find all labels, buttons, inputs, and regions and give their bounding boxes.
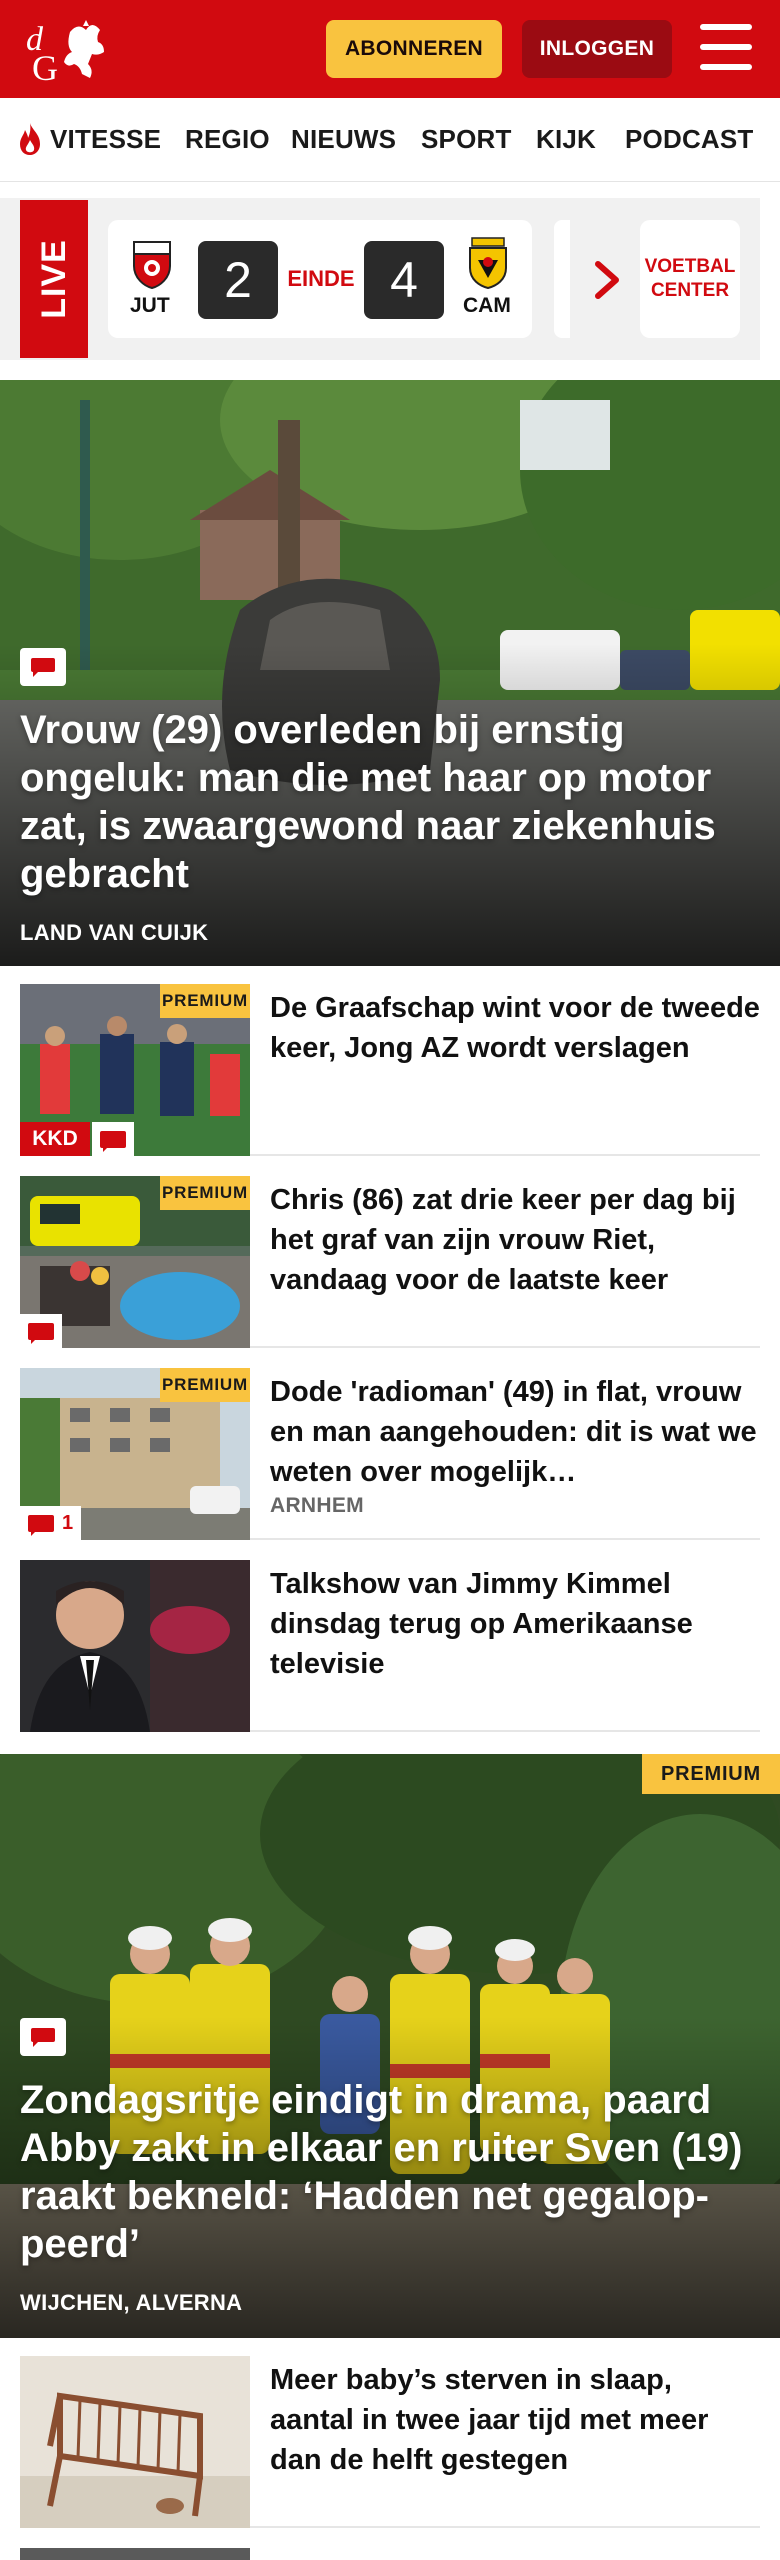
comment-icon bbox=[92, 1122, 134, 1156]
hero-article-2[interactable]: PREMIUM Zondagsritje eindigt in drama, p… bbox=[0, 1754, 780, 2338]
flame-icon bbox=[20, 123, 40, 155]
article-thumbnail bbox=[20, 2548, 250, 2560]
list-item[interactable]: Meer baby’s sterven in slaap, aantal in … bbox=[20, 2356, 760, 2528]
match-status: EINDE bbox=[287, 266, 355, 291]
comment-icon bbox=[20, 1314, 62, 1348]
article-thumbnail bbox=[20, 1560, 250, 1732]
comment-count: 1 bbox=[20, 1506, 82, 1540]
live-label: LIVE bbox=[20, 200, 88, 358]
nav-item-sport[interactable]: SPORT bbox=[421, 124, 512, 155]
article-title-partial bbox=[270, 2548, 760, 2560]
away-team-crest-icon bbox=[469, 237, 507, 290]
main-nav: VITESSE REGIO NIEUWS SPORT KIJK PODCAST bbox=[0, 98, 780, 182]
article-thumbnail bbox=[20, 2356, 250, 2528]
list-item[interactable]: PREMIUM 1 Dode 'radioman' (49) in flat, … bbox=[20, 1368, 760, 1540]
menu-icon[interactable] bbox=[700, 24, 752, 72]
home-score: 2 bbox=[198, 241, 278, 319]
article-title[interactable]: Talkshow van Jimmy Kimmel dinsdag terug … bbox=[270, 1564, 760, 1684]
premium-badge: PREMIUM bbox=[160, 984, 250, 1018]
site-header: d G ABONNEREN INLOGGEN bbox=[0, 0, 780, 98]
premium-badge: PREMIUM bbox=[160, 1176, 250, 1210]
hero-2-title[interactable]: Zondagsritje eindigt in drama, paard Abb… bbox=[20, 2076, 760, 2268]
comment-icon bbox=[20, 2018, 66, 2056]
nav-item-regio[interactable]: REGIO bbox=[185, 124, 270, 155]
premium-badge: PREMIUM bbox=[642, 1754, 780, 1794]
hero-1-title[interactable]: Vrouw (29) overleden bij ernstig ongeluk… bbox=[20, 706, 760, 898]
nav-item-kijk[interactable]: KIJK bbox=[536, 124, 596, 155]
dg-logo[interactable]: d G bbox=[20, 14, 120, 88]
hero-2-location: WIJCHEN, ALVERNA bbox=[20, 2290, 243, 2315]
away-score: 4 bbox=[364, 241, 444, 319]
list-item[interactable]: PREMIUM KKD De Graafschap wint voor de t… bbox=[20, 984, 760, 1156]
list-item[interactable]: Talkshow van Jimmy Kimmel dinsdag terug … bbox=[20, 1560, 760, 1732]
nav-item-vitesse[interactable]: VITESSE bbox=[50, 124, 161, 155]
svg-text:G: G bbox=[32, 48, 58, 84]
article-title[interactable]: Meer baby’s sterven in slaap, aantal in … bbox=[270, 2360, 760, 2480]
nav-item-nieuws[interactable]: NIEUWS bbox=[291, 124, 396, 155]
home-team-crest-icon bbox=[133, 241, 171, 290]
away-team-code: CAM bbox=[463, 294, 511, 317]
comment-icon bbox=[20, 648, 66, 686]
article-title[interactable]: Dode 'radioman' (49) in flat, vrouw en m… bbox=[270, 1372, 760, 1492]
chevron-right-icon[interactable] bbox=[590, 258, 624, 302]
hero-article-1[interactable]: Vrouw (29) overleden bij ernstig ongeluk… bbox=[0, 380, 780, 966]
premium-badge: PREMIUM bbox=[160, 1368, 250, 1402]
hero-1-location: LAND VAN CUIJK bbox=[20, 920, 209, 945]
kkd-badge: KKD bbox=[20, 1122, 90, 1156]
list-item[interactable]: PREMIUM Chris (86) zat drie keer per dag… bbox=[20, 1176, 760, 1348]
login-button[interactable]: INLOGGEN bbox=[522, 20, 672, 78]
article-title[interactable]: Chris (86) zat drie keer per dag bij het… bbox=[270, 1180, 760, 1300]
subscribe-button[interactable]: ABONNEREN bbox=[326, 20, 502, 78]
home-team-code: JUT bbox=[130, 294, 170, 317]
voetbal-center-button[interactable]: VOETBAL CENTER bbox=[640, 220, 740, 338]
article-title[interactable]: De Graafschap wint voor de tweede keer, … bbox=[270, 988, 760, 1068]
next-match-card[interactable] bbox=[554, 220, 570, 338]
nav-item-podcast[interactable]: PODCAST bbox=[625, 124, 754, 155]
article-location: ARNHEM bbox=[270, 1494, 364, 1517]
